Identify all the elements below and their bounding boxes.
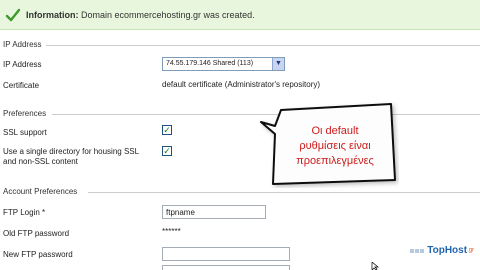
info-label: Information: (26, 10, 79, 20)
single-directory-label-line2: and non-SSL content (3, 157, 78, 166)
old-ftp-password-value: ****** (162, 227, 181, 236)
success-check-icon (5, 8, 21, 22)
logo-tld: .gr (467, 247, 475, 254)
logo-name: TopHost (427, 245, 468, 256)
ssl-support-checkbox[interactable]: ✓ (162, 125, 172, 135)
info-message: Information: Domain ecommercehosting.gr … (26, 10, 255, 20)
certificate-value: default certificate (Administrator's rep… (162, 80, 321, 89)
logo-square-icon (420, 248, 424, 253)
mouse-cursor-icon (371, 262, 379, 270)
callout-line: προεπιλεγμένες (296, 155, 374, 167)
confirm-ftp-password-input[interactable] (162, 265, 290, 270)
info-bar: Information: Domain ecommercehosting.gr … (0, 0, 480, 30)
new-ftp-password-label: New FTP password (3, 250, 73, 259)
certificate-label: Certificate (3, 81, 40, 90)
section-title-ip-address: IP Address (3, 40, 42, 49)
single-directory-checkbox[interactable]: ✓ (162, 146, 172, 156)
new-ftp-password-input[interactable] (162, 247, 290, 261)
info-text: Domain ecommercehosting.gr was created. (78, 10, 255, 20)
tophost-logo: TopHost.gr (410, 245, 474, 256)
ip-address-select[interactable]: 74.55.179.146 Shared (113) ▼ (162, 57, 285, 71)
callout-line: ρυθμίσεις είναι (299, 140, 371, 152)
section-title-preferences: Preferences (3, 109, 47, 118)
ftp-login-label: FTP Login * (3, 208, 46, 217)
callout-note: Οι default ρυθμίσεις είναι προεπιλεγμένε… (259, 100, 399, 188)
callout-line: Οι default (311, 125, 359, 137)
ssl-support-label: SSL support (3, 128, 47, 137)
logo-square-icon (415, 248, 419, 253)
callout-text: Οι default ρυθμίσεις είναι προεπιλεγμένε… (281, 124, 389, 169)
ftp-login-value: ftpname (166, 208, 195, 217)
section-title-account-preferences: Account Preferences (3, 187, 78, 196)
old-ftp-password-label: Old FTP password (3, 229, 70, 238)
ftp-login-input[interactable]: ftpname (162, 205, 266, 219)
section-divider (46, 45, 480, 46)
ip-address-select-value: 74.55.179.146 Shared (113) (166, 60, 254, 67)
ip-address-label: IP Address (3, 60, 42, 69)
section-divider (88, 192, 480, 193)
logo-square-icon (410, 248, 414, 253)
chevron-down-icon[interactable]: ▼ (272, 58, 284, 70)
